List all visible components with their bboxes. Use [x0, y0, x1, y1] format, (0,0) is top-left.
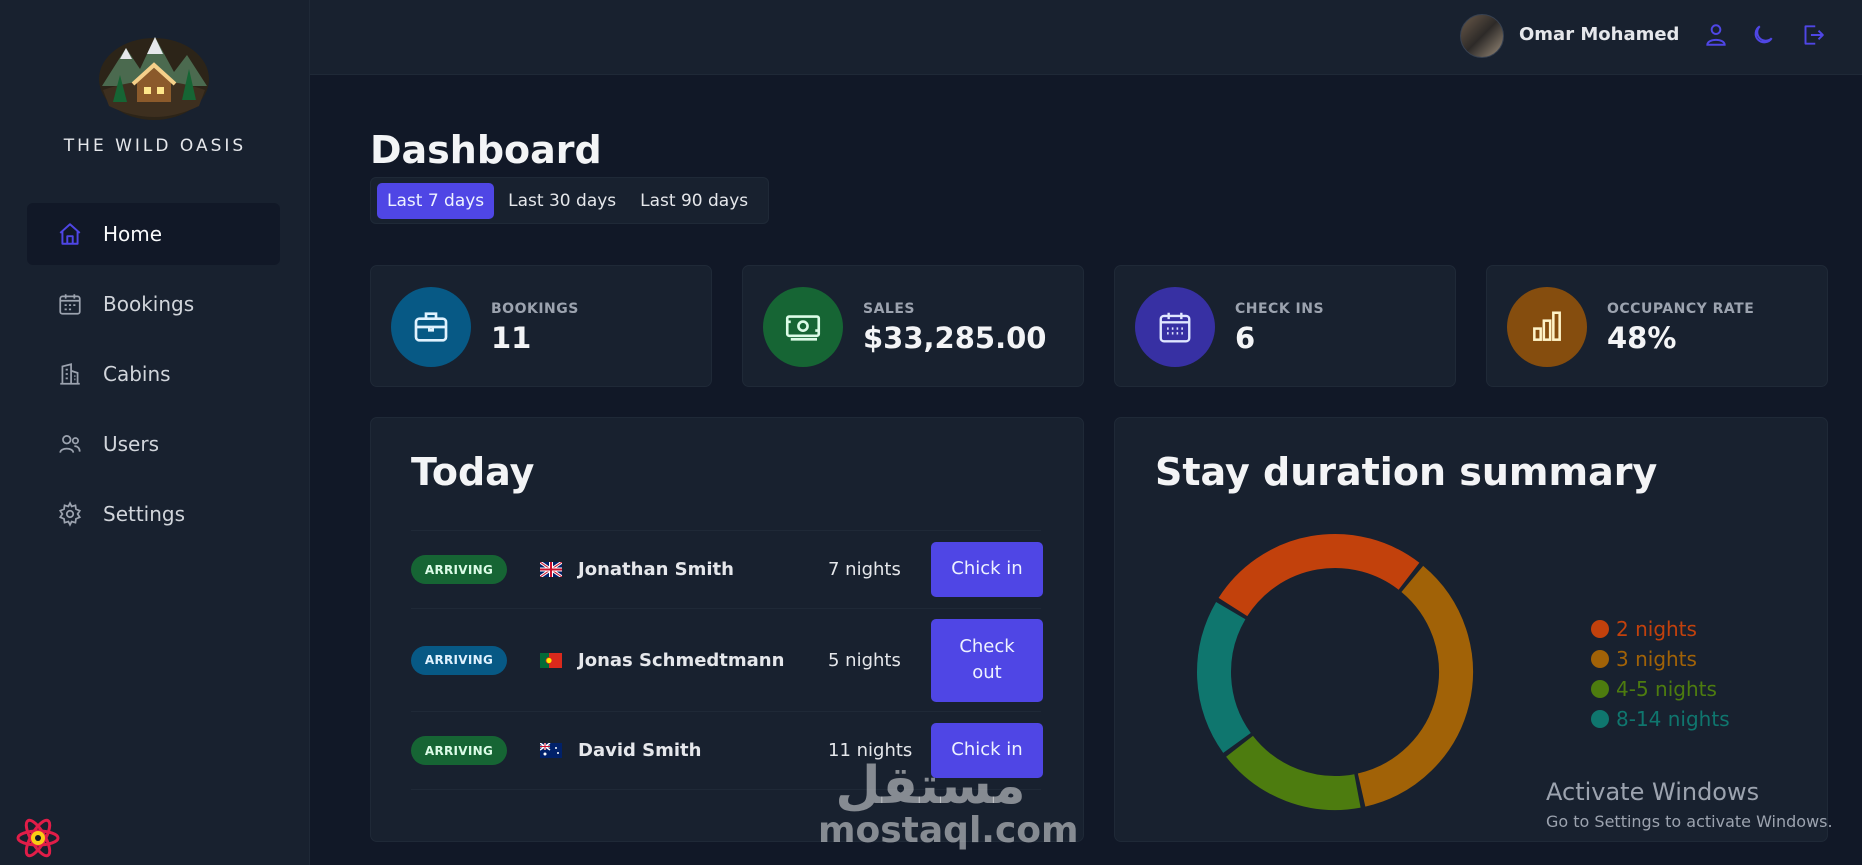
legend-color-dot — [1591, 710, 1609, 728]
sidebar-item-label: Home — [103, 222, 163, 246]
donut-slice-3-nights — [1357, 565, 1473, 807]
sidebar-item-label: Users — [103, 432, 160, 456]
page-title: Dashboard — [370, 128, 602, 172]
stat-value: 48% — [1607, 321, 1677, 355]
banknotes-icon — [763, 287, 843, 367]
legend-label: 4-5 nights — [1616, 677, 1717, 701]
stat-label: SALES — [863, 301, 915, 317]
bookings-stat-card: BOOKINGS 11 — [370, 265, 712, 387]
status-badge: ARRIVING — [411, 736, 507, 765]
filter-last-30-days[interactable]: Last 30 days — [498, 183, 626, 219]
activate-windows-subtitle: Go to Settings to activate Windows. — [1546, 812, 1833, 831]
logout-icon[interactable] — [1799, 22, 1825, 48]
donut-slice-2-nights — [1218, 534, 1420, 617]
donut-slice-8-14-nights — [1197, 601, 1252, 753]
uk-flag-icon — [540, 562, 562, 577]
stat-label: OCCUPANCY RATE — [1607, 301, 1755, 317]
table-row: ARRIVING Jonathan Smith 7 nights Chick i… — [411, 531, 1043, 609]
legend-color-dot — [1591, 650, 1609, 668]
stat-label: CHECK INS — [1235, 301, 1325, 317]
stat-label: BOOKINGS — [491, 301, 579, 317]
sidebar-item-label: Cabins — [103, 362, 171, 386]
gear-icon — [57, 501, 83, 527]
activate-windows-title: Activate Windows — [1546, 778, 1760, 806]
sidebar: THE WILD OASIS Home Bookings Cabins User… — [0, 0, 310, 865]
legend-label: 3 nights — [1616, 647, 1697, 671]
sales-stat-card: SALES $33,285.00 — [742, 265, 1084, 387]
activate-windows-watermark: Activate Windows Go to Settings to activ… — [1546, 778, 1833, 831]
wild-oasis-logo — [99, 37, 209, 120]
australia-flag-icon — [540, 743, 562, 758]
legend-color-dot — [1591, 680, 1609, 698]
sidebar-item-home[interactable]: Home — [27, 203, 280, 265]
status-badge: ARRIVING — [411, 555, 507, 584]
sidebar-item-users[interactable]: Users — [27, 413, 280, 475]
sidebar-item-label: Settings — [103, 502, 186, 526]
today-title: Today — [411, 450, 535, 494]
sidebar-item-settings[interactable]: Settings — [27, 483, 280, 545]
stat-value: 6 — [1235, 321, 1256, 355]
home-icon — [57, 221, 83, 247]
legend-item: 2 nights — [1591, 614, 1730, 644]
user-name: Omar Mohamed — [1519, 24, 1680, 45]
status-badge: ARRIVING — [411, 645, 507, 675]
legend-item: 3 nights — [1591, 644, 1730, 674]
briefcase-icon — [391, 287, 471, 367]
check-out-button[interactable]: Check out — [931, 618, 1043, 702]
portugal-flag-icon — [540, 652, 562, 668]
main-navigation: Home Bookings Cabins Users Settings — [27, 203, 280, 553]
occupancy-rate-stat-card: OCCUPANCY RATE 48% — [1486, 265, 1828, 387]
filter-last-7-days[interactable]: Last 7 days — [377, 182, 495, 219]
table-row: ARRIVING Jonas Schmedtmann 5 nights Chec… — [411, 609, 1043, 712]
nights-count: 5 nights — [828, 649, 901, 671]
check-ins-stat-card: CHECK INS 6 — [1114, 265, 1456, 387]
guest-name: David Smith — [578, 740, 702, 761]
chart-legend: 2 nights 3 nights 4-5 nights 8-14 nights — [1591, 614, 1730, 734]
calendar-days-icon — [1135, 287, 1215, 367]
nights-count: 7 nights — [828, 559, 901, 580]
legend-item: 4-5 nights — [1591, 674, 1730, 704]
avatar[interactable] — [1460, 14, 1504, 58]
mostaql-watermark: مستقل mostaql.com — [818, 756, 1079, 851]
guest-name: Jonathan Smith — [578, 559, 734, 580]
building-icon — [57, 361, 83, 387]
stay-duration-title: Stay duration summary — [1155, 450, 1658, 494]
users-icon — [57, 431, 83, 457]
legend-label: 8-14 nights — [1616, 707, 1730, 731]
stay-duration-donut-chart — [1197, 534, 1473, 810]
sidebar-item-cabins[interactable]: Cabins — [27, 343, 280, 405]
legend-item: 8-14 nights — [1591, 704, 1730, 734]
user-icon[interactable] — [1703, 22, 1729, 48]
mostaql-domain-text: mostaql.com — [818, 810, 1079, 851]
donut-slice-4-5-nights — [1226, 735, 1361, 810]
guest-name: Jonas Schmedtmann — [578, 649, 785, 671]
legend-color-dot — [1591, 620, 1609, 638]
chart-bar-icon — [1507, 287, 1587, 367]
sidebar-item-label: Bookings — [103, 292, 195, 316]
stat-value: $33,285.00 — [863, 321, 1047, 355]
today-activity-list: ARRIVING Jonathan Smith 7 nights Chick i… — [411, 530, 1043, 790]
legend-label: 2 nights — [1616, 617, 1697, 641]
stat-value: 11 — [491, 321, 532, 355]
moon-icon[interactable] — [1750, 22, 1776, 48]
date-filter: Last 7 days Last 30 days Last 90 days — [370, 177, 769, 224]
brand-name: THE WILD OASIS — [63, 136, 247, 156]
react-devtools-icon[interactable] — [16, 816, 60, 860]
mostaql-arabic-text: مستقل — [835, 756, 1026, 816]
sidebar-item-bookings[interactable]: Bookings — [27, 273, 280, 335]
check-in-button[interactable]: Chick in — [931, 542, 1043, 597]
calendar-icon — [57, 291, 83, 317]
filter-last-90-days[interactable]: Last 90 days — [630, 183, 758, 219]
